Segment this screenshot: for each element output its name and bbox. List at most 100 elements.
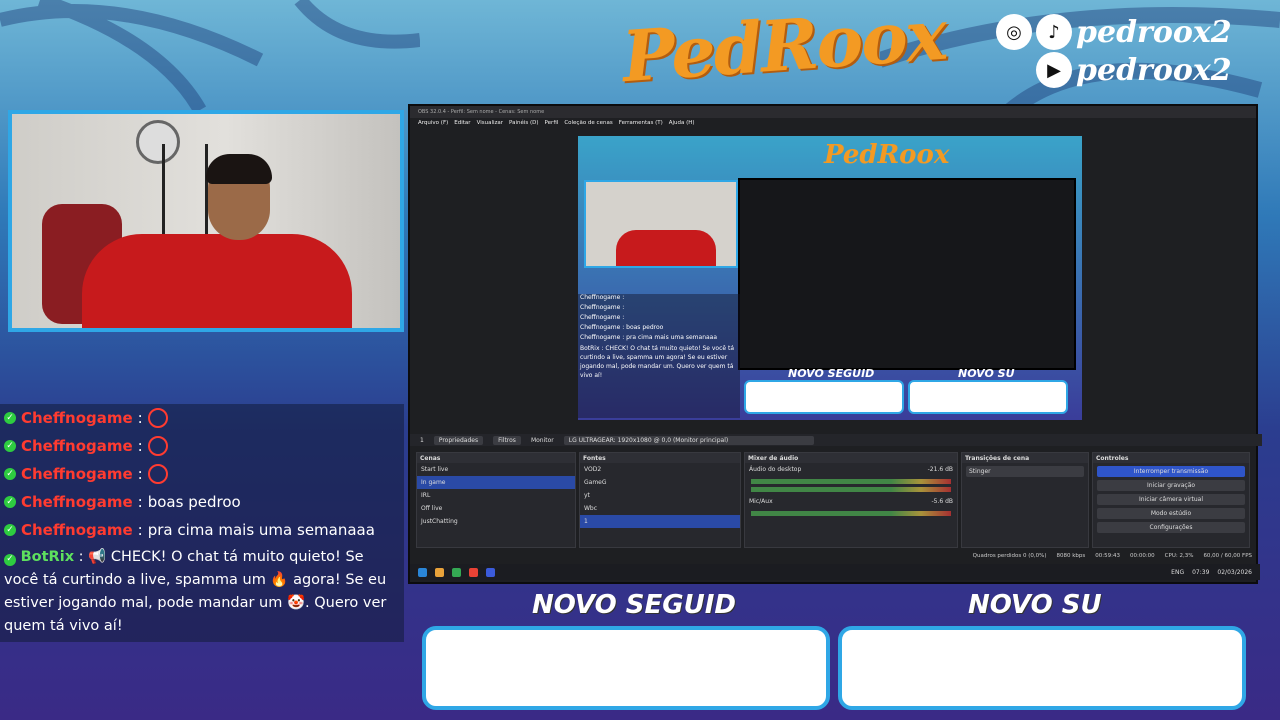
chat-separator: : bbox=[78, 549, 84, 565]
megaphone-icon: 📢 bbox=[88, 549, 107, 565]
verified-icon: ✓ bbox=[4, 412, 16, 424]
menu-tools[interactable]: Ferramentas (T) bbox=[619, 120, 663, 126]
preview-follower-label: NOVO SU bbox=[958, 367, 1015, 380]
menu-profile[interactable]: Perfil bbox=[545, 120, 559, 126]
chat-text: boas pedroo bbox=[147, 493, 241, 511]
controls-dock: Controles Interromper transmissão Inicia… bbox=[1092, 452, 1250, 548]
menu-help[interactable]: Ajuda (H) bbox=[669, 120, 695, 126]
scenes-title: Cenas bbox=[417, 453, 575, 463]
source-item[interactable]: yt bbox=[580, 489, 740, 502]
chat-message: ✓ Cheffnogame : bbox=[0, 404, 404, 432]
folder-icon[interactable] bbox=[435, 567, 444, 577]
scene-item[interactable]: In game bbox=[417, 476, 575, 489]
dropped-frames: Quadros perdidos 0 (0,0%) bbox=[972, 553, 1047, 559]
volume-meter[interactable] bbox=[751, 487, 951, 492]
chat-message: ✓ Cheffnogame : bbox=[0, 460, 404, 488]
bot-username: BotRix bbox=[20, 549, 75, 565]
source-item[interactable]: Wbc bbox=[580, 502, 740, 515]
controls-title: Controles bbox=[1093, 453, 1249, 463]
preview-chat-line: Cheffnogame : boas pedroo bbox=[580, 324, 664, 331]
menu-view[interactable]: Visualizar bbox=[477, 120, 503, 126]
preview-follower-label: NOVO SEGUID bbox=[788, 367, 875, 380]
source-item[interactable]: 1 bbox=[580, 515, 740, 528]
chat-overlay: ✓ Cheffnogame : ✓ Cheffnogame : ✓ Cheffn… bbox=[0, 404, 404, 642]
follower-alert-box bbox=[422, 626, 830, 710]
chat-username: Cheffnogame bbox=[21, 465, 133, 483]
bot-message: ✓ BotRix : 📢 CHECK! O chat tá muito quie… bbox=[0, 544, 404, 640]
chat-username: Cheffnogame bbox=[21, 493, 133, 511]
clock-date: 02/03/2026 bbox=[1217, 568, 1252, 576]
scene-item[interactable]: Off live bbox=[417, 502, 575, 515]
windows-taskbar: ENG 07:39 02/03/2026 bbox=[410, 564, 1260, 580]
volume-meter[interactable] bbox=[751, 479, 951, 484]
social-row-instagram-tiktok: ◎ ♪ pedroox2 bbox=[996, 14, 1232, 50]
clock-time: 07:39 bbox=[1192, 568, 1210, 576]
settings-button[interactable]: Configurações bbox=[1097, 522, 1245, 533]
obs-titlebar: OBS 32.0.4 - Perfil: Sem nome - Cenas: S… bbox=[410, 106, 1256, 118]
cpu-usage: CPU: 2,3% bbox=[1164, 553, 1194, 559]
chat-username: Cheffnogame bbox=[21, 409, 133, 427]
verified-icon: ✓ bbox=[4, 496, 16, 508]
start-recording-button[interactable]: Iniciar gravação bbox=[1097, 480, 1245, 491]
fps: 60,00 / 60,00 FPS bbox=[1203, 553, 1252, 559]
preview-recursive-obs bbox=[738, 178, 1076, 370]
sources-title: Fontes bbox=[580, 453, 740, 463]
obs-preview[interactable]: PedRoox Cheffnogame : Cheffnogame : Chef… bbox=[578, 136, 1082, 420]
start-icon[interactable] bbox=[418, 567, 427, 577]
source-toolbar: 1 Propriedades Filtros Monitor LG ULTRAG… bbox=[410, 434, 1262, 446]
sources-dock: Fontes VOD2 GameG yt Wbc 1 bbox=[579, 452, 741, 548]
preview-follower-box bbox=[744, 380, 904, 414]
scene-item[interactable]: JustChatting bbox=[417, 515, 575, 528]
obs-window: OBS 32.0.4 - Perfil: Sem nome - Cenas: S… bbox=[408, 104, 1262, 584]
follower-alert-label: NOVO SU bbox=[968, 590, 1102, 620]
obs-menubar: Arquivo (F) Editar Visualizar Painéis (D… bbox=[410, 118, 1256, 128]
preview-chat-line: Cheffnogame : bbox=[580, 314, 625, 321]
chat-message: ✓ Cheffnogame : bbox=[0, 432, 404, 460]
preview-chat-line: Cheffnogame : bbox=[580, 304, 625, 311]
transitions-title: Transições de cena bbox=[962, 453, 1088, 463]
brave-icon[interactable] bbox=[469, 567, 478, 577]
verified-icon: ✓ bbox=[4, 553, 16, 566]
preview-follower-box bbox=[908, 380, 1068, 414]
monitor-select[interactable]: LG ULTRAGEAR: 1920x1080 @ 0,0 (Monitor p… bbox=[563, 435, 814, 445]
source-item[interactable]: GameG bbox=[580, 476, 740, 489]
youtube-icon: ▶ bbox=[1036, 52, 1072, 88]
properties-button[interactable]: Propriedades bbox=[433, 435, 484, 445]
scene-item[interactable]: IRL bbox=[417, 489, 575, 502]
chat-separator: : bbox=[137, 493, 143, 511]
volume-meter[interactable] bbox=[751, 511, 951, 516]
input-language: ENG bbox=[1171, 568, 1185, 576]
menu-docks[interactable]: Painéis (D) bbox=[509, 120, 539, 126]
preview-logo: PedRoox bbox=[824, 140, 950, 170]
preview-chat-line: Cheffnogame : pra cima mais uma semanaaa bbox=[580, 334, 718, 341]
studio-mode-button[interactable]: Modo estúdio bbox=[1097, 508, 1245, 519]
filters-button[interactable]: Filtros bbox=[493, 435, 521, 445]
preview-webcam bbox=[584, 180, 738, 268]
mixer-channel-db: -21.6 dB bbox=[927, 466, 953, 473]
chat-separator: : bbox=[137, 465, 143, 483]
obs-icon[interactable] bbox=[486, 567, 495, 577]
menu-file[interactable]: Arquivo (F) bbox=[418, 120, 448, 126]
scene-item[interactable]: Start live bbox=[417, 463, 575, 476]
source-item[interactable]: VOD2 bbox=[580, 463, 740, 476]
obs-statusbar: Quadros perdidos 0 (0,0%) 8080 kbps 00:5… bbox=[410, 550, 1260, 562]
tiktok-icon: ♪ bbox=[1036, 14, 1072, 50]
menu-edit[interactable]: Editar bbox=[454, 120, 470, 126]
social-handle: pedroox2 bbox=[1076, 14, 1232, 50]
follower-alert-label: NOVO SEGUID bbox=[532, 590, 736, 620]
stop-streaming-button[interactable]: Interromper transmissão bbox=[1097, 466, 1245, 477]
transition-select[interactable]: Stinger bbox=[966, 466, 1084, 477]
preview-chat-line: Cheffnogame : bbox=[580, 294, 625, 301]
selected-source: 1 bbox=[420, 436, 424, 444]
emote-icon bbox=[147, 464, 168, 484]
social-handle: pedroox2 bbox=[1076, 52, 1232, 88]
verified-icon: ✓ bbox=[4, 468, 16, 480]
start-virtual-camera-button[interactable]: Iniciar câmera virtual bbox=[1097, 494, 1245, 505]
chat-separator: : bbox=[137, 521, 143, 539]
mixer-channel-name: Mic/Aux bbox=[749, 498, 773, 505]
chrome-icon[interactable] bbox=[452, 567, 461, 577]
menu-scene-collection[interactable]: Coleção de cenas bbox=[564, 120, 612, 126]
scenes-dock: Cenas Start live In game IRL Off live Ju… bbox=[416, 452, 576, 548]
chat-text: pra cima mais uma semanaaa bbox=[147, 521, 375, 539]
follower-alert-box bbox=[838, 626, 1246, 710]
